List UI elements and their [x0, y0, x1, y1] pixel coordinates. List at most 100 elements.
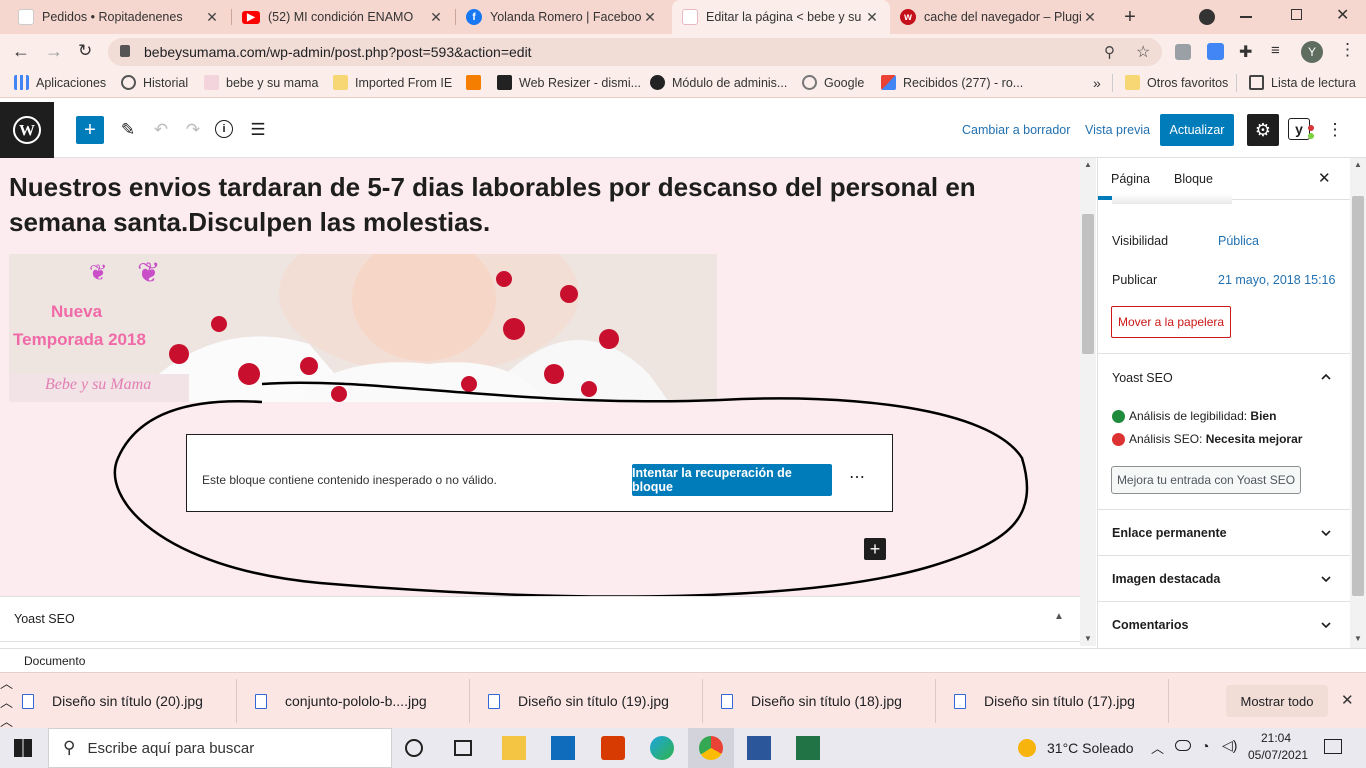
move-to-trash-button[interactable]: Mover a la papelera — [1111, 306, 1232, 338]
reload-icon[interactable]: ↻ — [78, 41, 92, 61]
chevron-up-icon[interactable] — [1321, 372, 1331, 382]
close-icon[interactable]: ✕ — [864, 9, 880, 26]
chevron-down-icon[interactable] — [1321, 620, 1331, 630]
chrome-menu-icon[interactable]: ⋮ — [1339, 40, 1356, 60]
featured-image-panel[interactable]: Imagen destacada — [1098, 556, 1350, 602]
new-tab-icon[interactable]: + — [1119, 6, 1141, 28]
browser-tab[interactable]: f Yolanda Romero | Facebook ✕ — [456, 0, 668, 34]
profile-avatar[interactable]: Y — [1301, 41, 1323, 63]
browser-tab[interactable]: w cache del navegador – Plugin ✕ — [890, 0, 1108, 34]
scrollbar-thumb[interactable] — [1082, 214, 1094, 354]
recover-block-button[interactable]: Intentar la recuperación de bloque — [632, 464, 832, 496]
scroll-up-icon[interactable]: ▲ — [1084, 160, 1092, 169]
bookmark-folder[interactable]: Imported From IE — [333, 75, 452, 90]
download-item[interactable]: Diseño sin título (18).jpg — [721, 673, 902, 729]
switch-to-draft-button[interactable]: Cambiar a borrador — [962, 123, 1070, 137]
download-item[interactable]: conjunto-pololo-b....jpg — [255, 673, 427, 729]
tab-page[interactable]: Página — [1111, 172, 1150, 186]
options-menu-icon[interactable]: ⋮ — [1326, 118, 1344, 142]
bookmark-other[interactable]: Otros favoritos — [1125, 75, 1228, 90]
scroll-up-icon[interactable]: ▲ — [1354, 160, 1362, 169]
list-view-icon[interactable]: ☰ — [247, 118, 269, 142]
edge-icon[interactable] — [650, 736, 674, 760]
task-view-icon[interactable] — [454, 740, 472, 756]
yoast-panel-title[interactable]: Yoast SEO — [1112, 371, 1173, 385]
office-icon[interactable] — [601, 736, 625, 760]
chrome-icon[interactable] — [699, 736, 723, 760]
scroll-down-icon[interactable]: ▼ — [1354, 634, 1362, 643]
browser-tab[interactable]: Pedidos • Ropitadenenes ✕ — [8, 0, 230, 34]
zoom-icon[interactable]: ⚲ — [1104, 43, 1115, 61]
close-downloads-icon[interactable]: ✕ — [1341, 691, 1354, 709]
windows-start-icon[interactable] — [14, 739, 32, 757]
info-icon[interactable]: i — [215, 120, 233, 138]
bookmarks-overflow[interactable]: » — [1093, 75, 1101, 91]
close-icon[interactable]: ✕ — [204, 9, 220, 26]
bookmark-site[interactable]: bebe y su mama — [204, 75, 318, 90]
block-inserter-button[interactable]: + — [76, 116, 104, 144]
download-item[interactable]: Diseño sin título (20).jpg — [22, 673, 203, 729]
forward-icon[interactable]: → — [45, 41, 63, 62]
chevron-down-icon[interactable] — [1321, 528, 1331, 538]
tray-chevron-icon[interactable]: ︿ — [1151, 738, 1164, 757]
sidebar-scrollbar[interactable]: ▲ ▼ — [1350, 158, 1366, 648]
download-item[interactable]: Diseño sin título (17).jpg — [954, 673, 1135, 729]
wifi-icon[interactable]: ◔ — [1201, 738, 1209, 754]
preview-button[interactable]: Vista previa — [1085, 123, 1150, 137]
download-item[interactable]: Diseño sin título (19).jpg — [488, 673, 669, 729]
chevron-up-icon[interactable]: ︿ — [0, 692, 1366, 711]
show-all-downloads-button[interactable]: Mostrar todo — [1226, 685, 1328, 717]
back-icon[interactable]: ← — [12, 41, 30, 62]
word-icon[interactable] — [747, 736, 771, 760]
window-close-icon[interactable]: ✕ — [1336, 5, 1349, 25]
close-icon[interactable]: ✕ — [1082, 9, 1098, 26]
collapse-arrow-icon[interactable]: ▲ — [1054, 611, 1064, 622]
cortana-icon[interactable] — [405, 739, 423, 757]
tab-search-icon[interactable] — [1199, 9, 1215, 25]
chevron-down-icon[interactable] — [1321, 574, 1331, 584]
reading-list[interactable]: Lista de lectura — [1249, 75, 1356, 90]
clock-time[interactable]: 21:04 — [1248, 731, 1304, 745]
update-button[interactable]: Actualizar — [1160, 114, 1234, 146]
scrollbar-thumb[interactable] — [1352, 196, 1364, 596]
puzzle-icon[interactable]: ✚ — [1239, 42, 1252, 62]
file-explorer-icon[interactable] — [502, 736, 526, 760]
permalink-panel[interactable]: Enlace permanente — [1098, 510, 1350, 556]
chevron-up-icon[interactable]: ︿ — [0, 673, 1366, 692]
clock-date[interactable]: 05/07/2021 — [1248, 748, 1308, 762]
extension-icon[interactable] — [1175, 44, 1191, 60]
yoast-metabox-header[interactable]: Yoast SEO ▲ — [0, 596, 1080, 642]
browser-tab[interactable]: ▶ (52) MI condición ENAMO ✕ — [232, 0, 454, 34]
block-more-options-icon[interactable]: ⋯ — [849, 467, 866, 487]
bookmark-google[interactable]: Google — [802, 75, 864, 90]
close-icon[interactable]: ✕ — [642, 9, 658, 26]
visibility-value[interactable]: Pública — [1218, 234, 1259, 248]
browser-tab-active[interactable]: Editar la página < bebe y su n ✕ — [672, 0, 890, 34]
weather-text[interactable]: 31°C Soleado — [1047, 740, 1134, 756]
breadcrumb[interactable]: Documento — [24, 654, 85, 668]
close-icon[interactable]: ✕ — [428, 9, 444, 26]
url-bar[interactable]: bebeysumama.com/wp-admin/post.php?post=5… — [108, 38, 1162, 66]
excel-icon[interactable] — [796, 736, 820, 760]
scroll-down-icon[interactable]: ▼ — [1084, 634, 1092, 643]
undo-icon[interactable]: ↶ — [150, 118, 172, 142]
close-sidebar-icon[interactable]: ✕ — [1318, 169, 1331, 187]
wordpress-logo-icon[interactable]: W — [0, 102, 54, 158]
volume-icon[interactable]: ◁) — [1222, 737, 1237, 754]
bookmark-admin[interactable]: Módulo de adminis... — [650, 75, 787, 90]
taskbar-search[interactable]: ⚲ Escribe aquí para buscar — [48, 728, 392, 768]
bookmark-apps[interactable]: Aplicaciones — [14, 75, 106, 90]
publish-date[interactable]: 21 mayo, 2018 15:16 — [1218, 273, 1335, 287]
mail-icon[interactable] — [551, 736, 575, 760]
cloud-icon[interactable] — [1175, 740, 1191, 751]
bookmark-history[interactable]: Historial — [121, 75, 188, 90]
bookmark-gmail[interactable]: Recibidos (277) - ro... — [881, 75, 1023, 90]
minimize-icon[interactable] — [1240, 16, 1252, 18]
restore-icon[interactable] — [1291, 9, 1302, 20]
settings-gear-icon[interactable]: ⚙ — [1247, 114, 1279, 146]
translate-icon[interactable] — [1207, 43, 1224, 60]
bookmark-blogger[interactable] — [466, 75, 488, 90]
canvas-scrollbar[interactable]: ▲ ▼ — [1080, 158, 1096, 646]
tab-block[interactable]: Bloque — [1174, 172, 1213, 186]
yoast-improve-button[interactable]: Mejora tu entrada con Yoast SEO — [1111, 466, 1301, 494]
